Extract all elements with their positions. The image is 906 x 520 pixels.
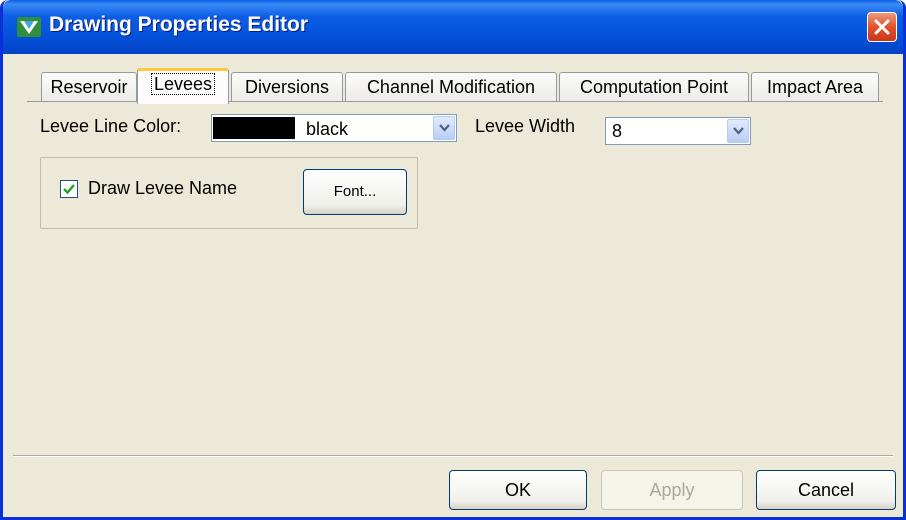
tab-reservoir[interactable]: Reservoir [41,72,137,102]
tab-label: Computation Point [579,77,729,97]
ok-button[interactable]: OK [449,470,587,510]
app-icon [17,15,41,39]
tab-computation-point[interactable]: Computation Point [559,72,749,102]
chevron-down-icon [733,127,744,135]
window-title: Drawing Properties Editor [49,13,309,36]
cancel-button[interactable]: Cancel [756,470,896,510]
apply-button[interactable]: Apply [601,470,743,510]
draw-levee-name-checkbox[interactable] [60,180,78,198]
levee-line-color-label: Levee Line Color: [40,116,182,136]
dialog-window: Drawing Properties Editor Reservoir Leve… [0,0,906,520]
levee-line-color-select[interactable]: black [211,114,457,142]
close-button[interactable] [867,12,897,42]
tab-channel-modification[interactable]: Channel Modification [345,72,557,102]
checkmark-icon [63,184,75,195]
chevron-down-icon [439,124,450,132]
width-value: 8 [612,121,623,141]
dropdown-button[interactable] [727,119,749,143]
dropdown-button[interactable] [433,116,455,140]
tab-label: Diversions [244,77,330,97]
color-swatch [213,117,295,139]
tab-levees[interactable]: Levees [137,68,229,104]
font-button[interactable]: Font... [303,169,407,215]
tab-label: Levees [150,73,216,95]
levees-tab-panel [27,101,883,451]
tab-diversions[interactable]: Diversions [231,72,343,102]
levee-width-select[interactable]: 8 [605,117,751,145]
tab-label: Reservoir [50,77,128,97]
tab-label: Channel Modification [366,77,536,97]
tab-label: Impact Area [766,77,864,97]
draw-levee-name-label[interactable]: Draw Levee Name [88,178,237,199]
close-icon [874,19,890,35]
title-bar[interactable]: Drawing Properties Editor [3,0,903,54]
levee-width-label: Levee Width [475,116,576,136]
footer-separator [13,455,893,457]
color-value: black [306,119,349,139]
tab-impact-area[interactable]: Impact Area [751,72,879,102]
